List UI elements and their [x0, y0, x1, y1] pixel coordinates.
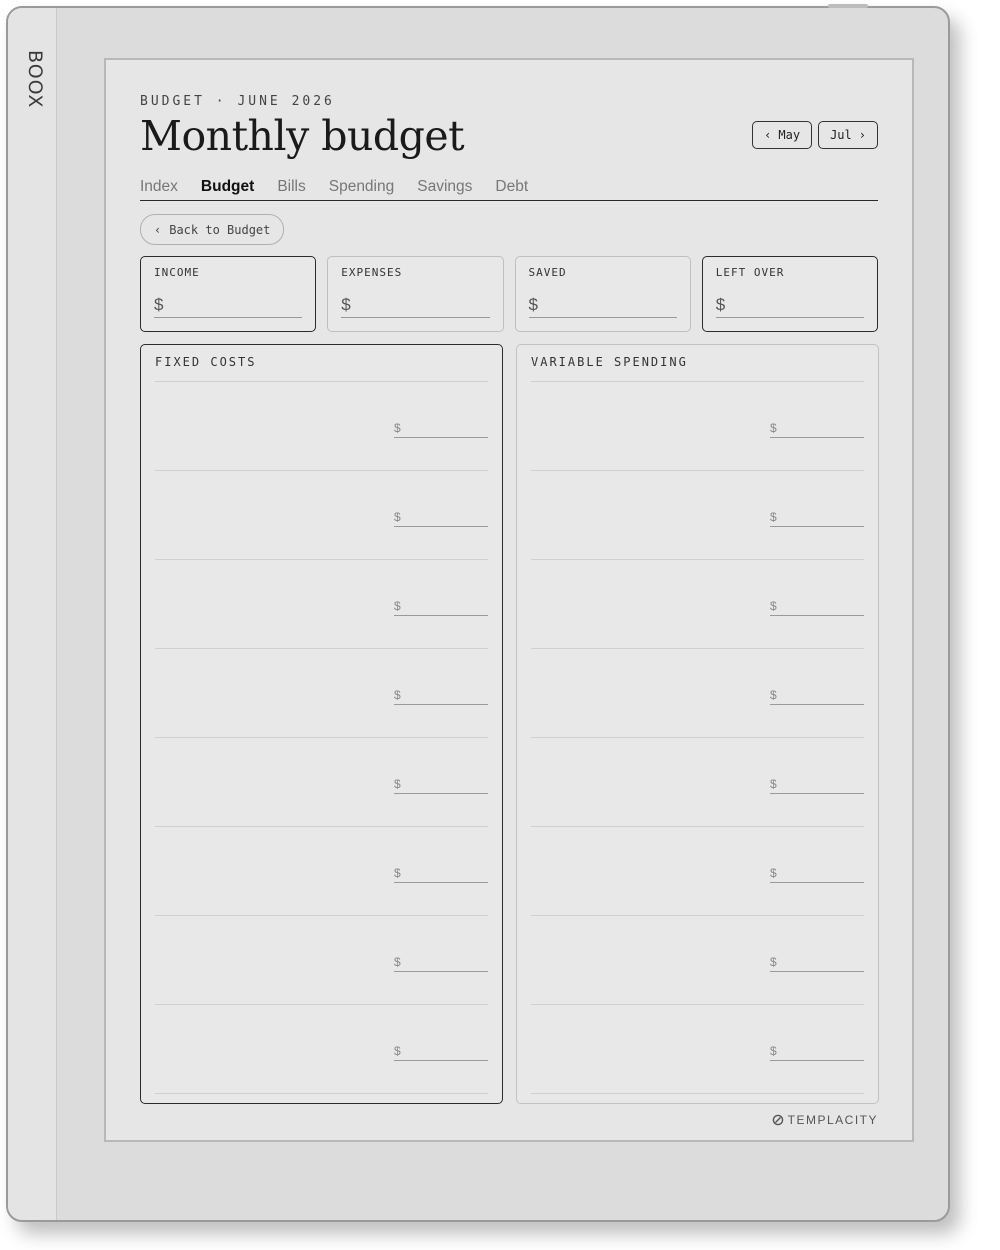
saved-card: SAVED $ [514, 256, 691, 332]
variable-spending-title: VARIABLE SPENDING [531, 355, 688, 369]
amount-field[interactable]: $ [394, 777, 488, 794]
currency-symbol: $ [394, 510, 401, 524]
amount-field[interactable]: $ [770, 866, 864, 883]
currency-symbol: $ [394, 688, 401, 702]
currency-symbol: $ [770, 1044, 777, 1058]
left-over-field[interactable]: $ [715, 295, 864, 318]
currency-symbol: $ [394, 1044, 401, 1058]
tab-index[interactable]: Index [140, 178, 178, 200]
variable-spending-row[interactable]: $ [531, 471, 864, 560]
variable-spending-row[interactable]: $ [531, 1005, 864, 1094]
power-button[interactable] [828, 4, 868, 8]
back-button-label: Back to Budget [169, 222, 271, 237]
variable-spending-list: $ $ $ $ $ $ $ $ [531, 382, 864, 1094]
variable-spending-row[interactable]: $ [531, 649, 864, 738]
income-card: INCOME $ [140, 256, 317, 332]
previous-month-label: May [778, 128, 801, 142]
fixed-cost-row[interactable]: $ [155, 382, 488, 471]
next-month-button[interactable]: Jul › [818, 121, 878, 149]
templacity-logo: TEMPLACITY [772, 1113, 878, 1127]
currency-symbol: $ [770, 599, 777, 613]
amount-field[interactable]: $ [770, 955, 864, 972]
fixed-cost-row[interactable]: $ [155, 649, 488, 738]
back-to-budget-button[interactable]: ‹ Back to Budget [140, 214, 285, 245]
currency-symbol: $ [770, 510, 777, 524]
chevron-right-icon: › [858, 128, 866, 142]
left-over-card: LEFT OVER $ [701, 256, 878, 332]
amount-field[interactable]: $ [394, 421, 488, 438]
amount-field[interactable]: $ [770, 421, 864, 438]
currency-symbol: $ [770, 688, 777, 702]
amount-field[interactable]: $ [770, 1044, 864, 1061]
currency-symbol: $ [770, 421, 777, 435]
summary-cards: INCOME $ EXPENSES $ SAVED $ LEFT OVER $ [140, 256, 878, 332]
fixed-cost-row[interactable]: $ [155, 916, 488, 1005]
tab-bills[interactable]: Bills [277, 178, 305, 200]
fixed-costs-list: $ $ $ $ $ $ $ $ [155, 382, 488, 1094]
variable-spending-row[interactable]: $ [531, 382, 864, 471]
variable-spending-row[interactable]: $ [531, 738, 864, 827]
expenses-label: EXPENSES [341, 266, 403, 279]
section-tabs: Index Budget Bills Spending Savings Debt [140, 178, 878, 201]
previous-month-button[interactable]: ‹ May [752, 121, 813, 149]
expenses-field[interactable]: $ [341, 295, 490, 318]
chevron-left-icon: ‹ [154, 222, 162, 237]
tab-budget[interactable]: Budget [201, 178, 254, 200]
currency-symbol: $ [528, 295, 538, 314]
amount-field[interactable]: $ [394, 510, 488, 527]
saved-label: SAVED [528, 266, 567, 279]
currency-symbol: $ [770, 866, 777, 880]
currency-symbol: $ [770, 955, 777, 969]
device-screen: BUDGET · JUNE 2026 Monthly budget ‹ May … [104, 58, 914, 1142]
currency-symbol: $ [154, 295, 164, 314]
variable-spending-row[interactable]: $ [531, 560, 864, 649]
amount-field[interactable]: $ [770, 599, 864, 616]
currency-symbol: $ [770, 777, 777, 791]
month-navigation: ‹ May Jul › [752, 121, 878, 149]
fixed-cost-row[interactable]: $ [155, 560, 488, 649]
brand-label: BOOX [24, 50, 46, 109]
page-eyebrow: BUDGET · JUNE 2026 [140, 94, 335, 109]
fixed-costs-panel: FIXED COSTS $ $ $ $ $ $ $ $ [140, 344, 503, 1104]
currency-symbol: $ [394, 955, 401, 969]
currency-symbol: $ [341, 295, 351, 314]
chevron-left-icon: ‹ [764, 128, 772, 142]
variable-spending-panel: VARIABLE SPENDING $ $ $ $ $ $ $ $ [516, 344, 879, 1104]
amount-field[interactable]: $ [394, 599, 488, 616]
amount-field[interactable]: $ [770, 777, 864, 794]
left-over-label: LEFT OVER [715, 266, 785, 279]
income-field[interactable]: $ [154, 295, 303, 318]
amount-field[interactable]: $ [394, 955, 488, 972]
logo-text: TEMPLACITY [787, 1113, 878, 1127]
fixed-cost-row[interactable]: $ [155, 1005, 488, 1094]
amount-field[interactable]: $ [394, 866, 488, 883]
device-spine [8, 8, 57, 1220]
currency-symbol: $ [394, 777, 401, 791]
currency-symbol: $ [394, 599, 401, 613]
next-month-label: Jul [830, 128, 852, 142]
fixed-cost-row[interactable]: $ [155, 827, 488, 916]
expenses-card: EXPENSES $ [327, 256, 504, 332]
page-title: Monthly budget [140, 112, 465, 160]
amount-field[interactable]: $ [394, 1044, 488, 1061]
amount-field[interactable]: $ [394, 688, 488, 705]
tab-debt[interactable]: Debt [495, 178, 528, 200]
budget-page: BUDGET · JUNE 2026 Monthly budget ‹ May … [106, 60, 912, 1140]
amount-field[interactable]: $ [770, 688, 864, 705]
variable-spending-row[interactable]: $ [531, 827, 864, 916]
income-label: INCOME [154, 266, 200, 279]
variable-spending-row[interactable]: $ [531, 916, 864, 1005]
currency-symbol: $ [394, 421, 401, 435]
fixed-cost-row[interactable]: $ [155, 738, 488, 827]
ereader-device: BOOX BUDGET · JUNE 2026 Monthly budget ‹… [6, 4, 950, 1222]
tab-spending[interactable]: Spending [329, 178, 395, 200]
tab-savings[interactable]: Savings [417, 178, 472, 200]
fixed-costs-title: FIXED COSTS [155, 355, 257, 369]
fixed-cost-row[interactable]: $ [155, 471, 488, 560]
saved-field[interactable]: $ [528, 295, 677, 318]
currency-symbol: $ [715, 295, 726, 314]
currency-symbol: $ [394, 866, 401, 880]
logo-mark-icon [772, 1114, 783, 1126]
amount-field[interactable]: $ [770, 510, 864, 527]
